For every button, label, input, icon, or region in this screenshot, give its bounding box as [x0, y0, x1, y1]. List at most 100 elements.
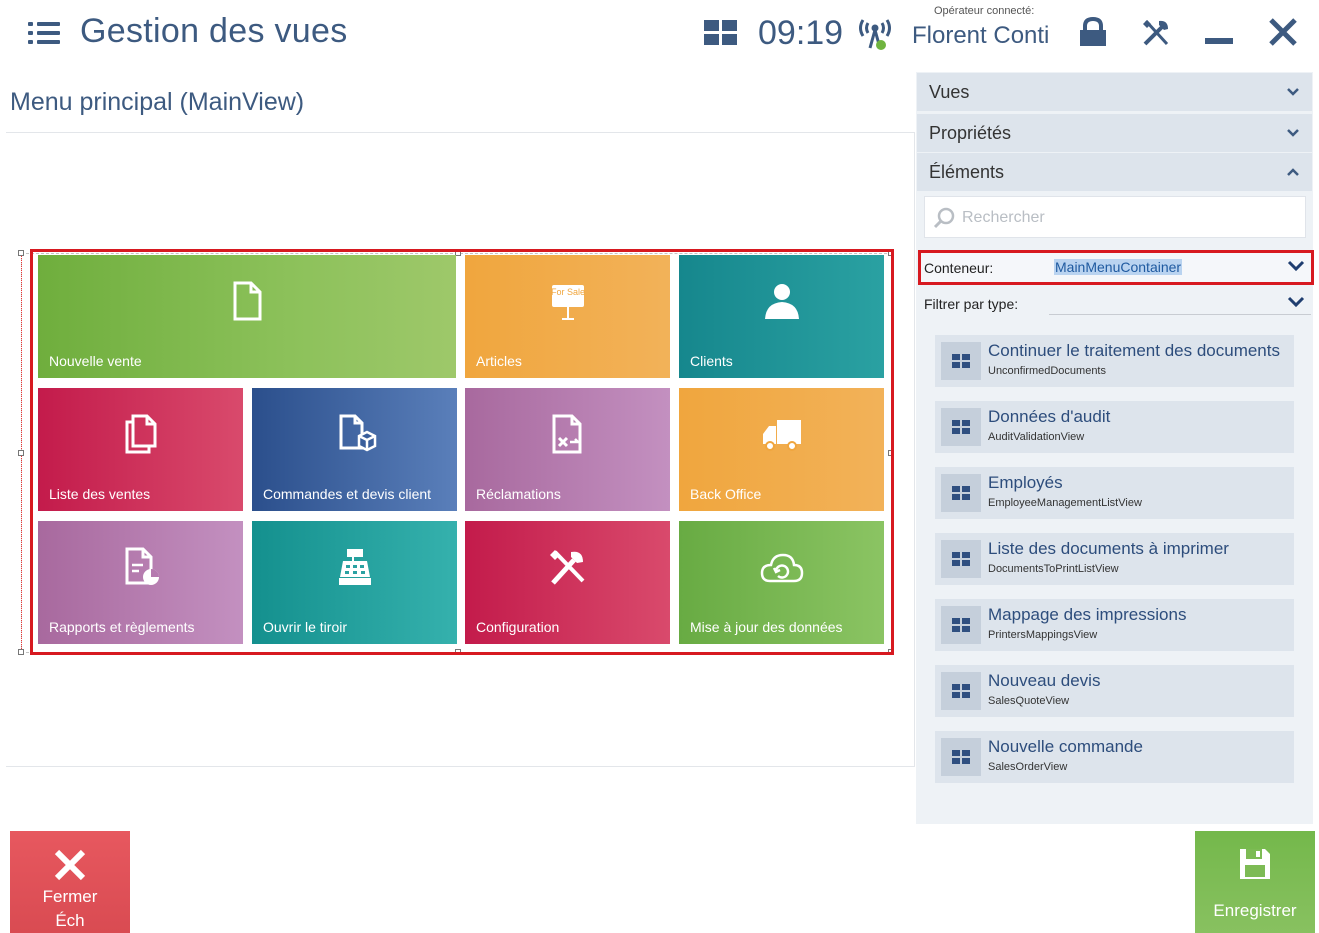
view-item-subtitle: DocumentsToPrintListView [988, 563, 1119, 575]
close-icon [54, 849, 86, 881]
view-list-item[interactable]: Nouvelle commande SalesOrderView [935, 731, 1294, 783]
view-tiles-icon [941, 738, 981, 776]
tile-reclamations[interactable]: Réclamations [465, 388, 670, 511]
view-list-item[interactable]: Mappage des impressions PrintersMappingsV… [935, 599, 1294, 651]
connection-signal-icon[interactable] [855, 14, 895, 54]
resize-handle[interactable] [18, 450, 24, 456]
tile-commandes-et-devis[interactable]: Commandes et devis client [252, 388, 457, 511]
view-item-subtitle: EmployeeManagementListView [988, 497, 1142, 509]
cloud-sync-icon [760, 553, 803, 582]
report-chart-icon [125, 547, 159, 585]
divider [6, 132, 914, 133]
chevron-down-icon [1287, 129, 1299, 137]
tile-label: Clients [690, 353, 733, 369]
save-disk-icon [1240, 849, 1270, 879]
view-tiles-icon [941, 342, 981, 380]
clock: 09:19 [758, 14, 844, 52]
document-package-icon [339, 414, 376, 451]
chevron-down-icon[interactable] [1286, 294, 1306, 310]
tools-icon[interactable] [1140, 17, 1172, 49]
close-button[interactable]: Fermer Éch [10, 831, 130, 933]
lock-icon[interactable] [1078, 16, 1108, 48]
cash-register-icon [338, 548, 371, 585]
section-title: Éléments [929, 162, 1005, 182]
view-item-subtitle: UnconfirmedDocuments [988, 365, 1106, 377]
view-title: Menu principal (MainView) [10, 88, 305, 116]
search-icon [933, 207, 955, 229]
for-sale-sign-icon: For Sale [550, 284, 585, 320]
tile-label: Réclamations [476, 486, 561, 502]
tile-label: Mise à jour des données [690, 619, 843, 635]
operator-name: Florent Conti [912, 22, 1050, 49]
tile-nouvelle-vente[interactable]: Nouvelle vente [38, 255, 456, 378]
save-button[interactable]: Enregistrer [1195, 831, 1315, 933]
divider [914, 132, 915, 767]
view-item-title: Nouveau devis [988, 671, 1101, 690]
view-tiles-icon [941, 672, 981, 710]
tile-mise-a-jour[interactable]: Mise à jour des données [679, 521, 884, 644]
tile-clients[interactable]: Clients [679, 255, 884, 378]
divider [6, 766, 914, 767]
tile-ouvrir-le-tiroir[interactable]: Ouvrir le tiroir [252, 521, 457, 644]
section-title: Propriétés [929, 123, 1012, 143]
view-list-item[interactable]: Nouveau devis SalesQuoteView [935, 665, 1294, 717]
tools-icon [549, 549, 584, 585]
tile-label: Configuration [476, 619, 560, 635]
tile-rapports[interactable]: Rapports et règlements [38, 521, 243, 644]
tile-label: Rapports et règlements [49, 619, 195, 635]
view-list-item[interactable]: Données d'audit AuditValidationView [935, 401, 1294, 453]
view-tiles-icon [941, 474, 981, 512]
filter-type-select[interactable] [1049, 314, 1311, 315]
tile-configuration[interactable]: Configuration [465, 521, 670, 644]
document-return-icon [552, 414, 581, 453]
chevron-down-icon [1287, 88, 1299, 96]
close-icon[interactable] [1265, 14, 1301, 50]
tile-articles[interactable]: For Sale Articles [465, 255, 670, 378]
close-button-label: Fermer [42, 887, 98, 906]
close-button-sublabel: Éch [55, 911, 85, 930]
chevron-up-icon [1287, 168, 1299, 176]
menu-icon[interactable] [28, 22, 62, 46]
view-tiles-icon [941, 606, 981, 644]
save-button-label: Enregistrer [1213, 901, 1297, 920]
tile-label: Articles [476, 353, 522, 369]
tiles-view-icon[interactable] [704, 20, 738, 46]
resize-handle[interactable] [18, 250, 24, 256]
tile-label: Liste des ventes [49, 486, 151, 502]
view-item-subtitle: AuditValidationView [988, 431, 1085, 443]
tile-label: Nouvelle vente [49, 353, 142, 369]
tile-liste-des-ventes[interactable]: Liste des ventes [38, 388, 243, 511]
view-item-title: Liste des documents à imprimer [988, 539, 1229, 558]
documents-icon [125, 414, 156, 453]
view-item-subtitle: PrintersMappingsView [988, 629, 1098, 641]
view-list-item[interactable]: Employés EmployeeManagementListView [935, 467, 1294, 519]
view-item-title: Employés [988, 473, 1063, 492]
chevron-down-icon[interactable] [1286, 258, 1306, 274]
section-proprietes[interactable]: Propriétés [917, 114, 1312, 152]
view-list-item[interactable]: Liste des documents à imprimer DocumentsT… [935, 533, 1294, 585]
app-title: Gestion des vues [80, 12, 348, 50]
view-item-subtitle: SalesQuoteView [988, 695, 1070, 707]
person-icon [764, 283, 799, 319]
view-list-item[interactable]: Continuer le traitement des documents Unc… [935, 335, 1294, 387]
view-item-subtitle: SalesOrderView [988, 761, 1068, 773]
section-elements[interactable]: Éléments [917, 153, 1312, 191]
delivery-truck-icon [762, 419, 801, 451]
tile-back-office[interactable]: Back Office [679, 388, 884, 511]
tile-label: Back Office [690, 486, 762, 502]
minimize-icon[interactable] [1205, 38, 1233, 44]
view-item-title: Continuer le traitement des documents [988, 341, 1280, 360]
section-vues[interactable]: Vues [917, 73, 1312, 111]
resize-handle[interactable] [18, 649, 24, 655]
tile-label: Commandes et devis client [263, 486, 432, 502]
view-item-title: Données d'audit [988, 407, 1111, 426]
new-document-icon [233, 281, 262, 320]
search-input[interactable] [962, 206, 1292, 230]
filter-label: Filtrer par type: [924, 296, 1019, 312]
view-item-title: Mappage des impressions [988, 605, 1187, 624]
section-title: Vues [929, 82, 970, 102]
view-tiles-icon [941, 540, 981, 578]
container-value[interactable]: MainMenuContainer [1054, 259, 1183, 275]
view-item-title: Nouvelle commande [988, 737, 1143, 756]
tile-label: Ouvrir le tiroir [263, 619, 348, 635]
